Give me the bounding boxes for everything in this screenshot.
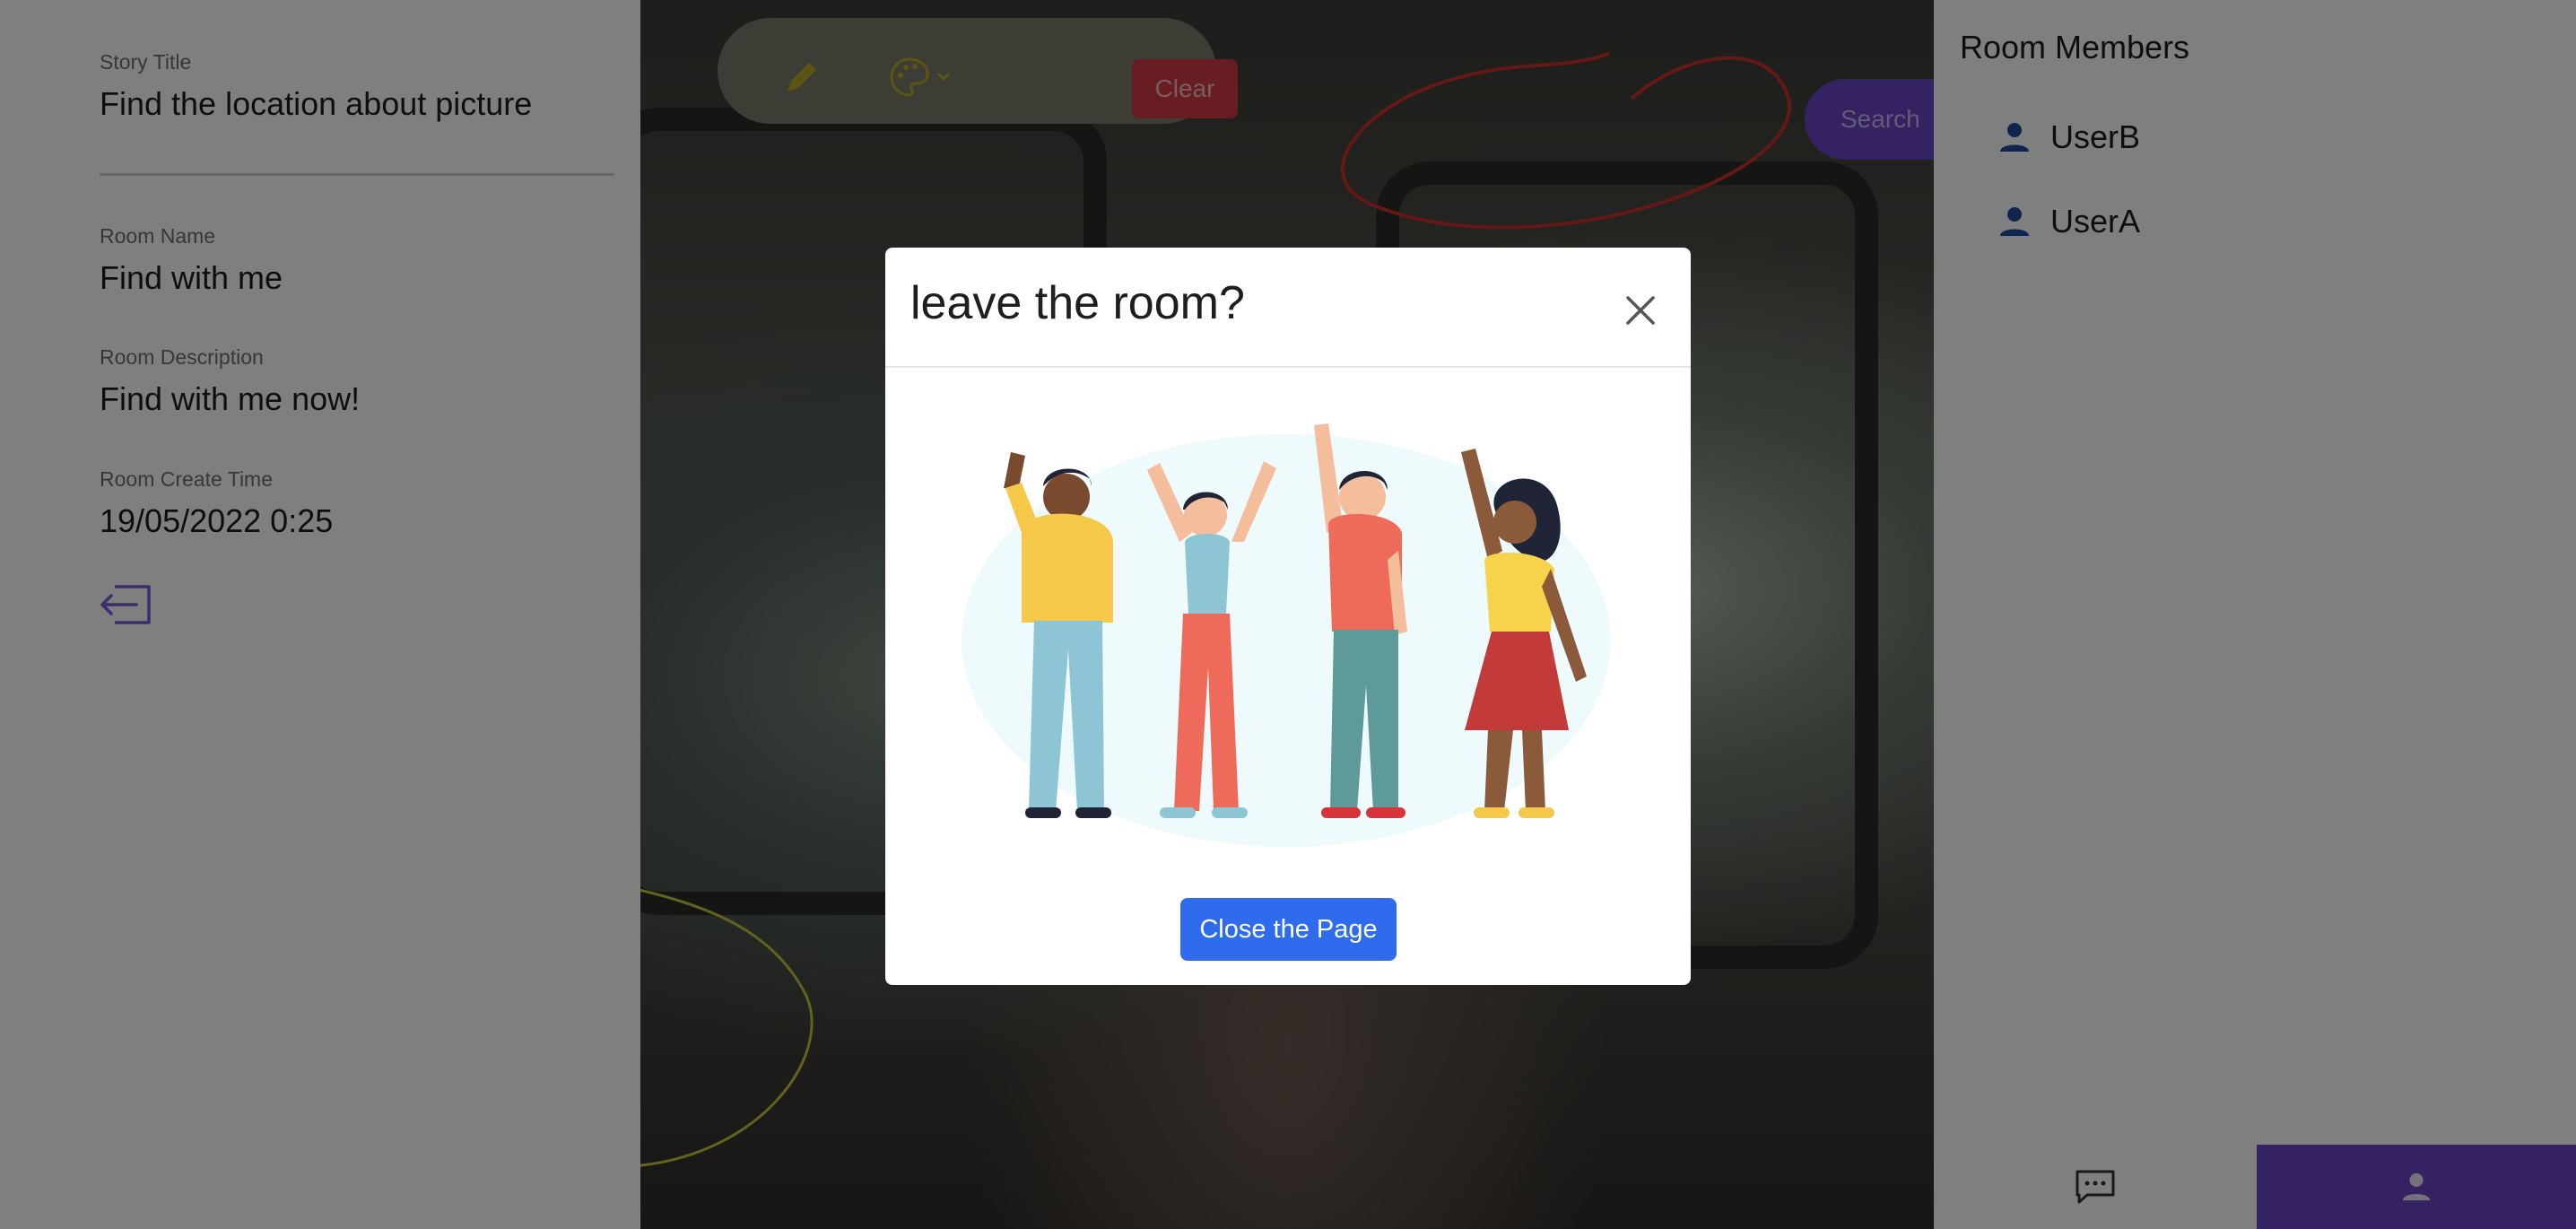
leave-room-dialog: leave the room? Close the Page <box>885 248 1691 985</box>
waving-people-illustration <box>962 423 1611 847</box>
dialog-title: leave the room? <box>910 277 1245 329</box>
dialog-header: leave the room? <box>885 248 1691 368</box>
close-page-button[interactable]: Close the Page <box>1180 898 1397 961</box>
close-icon[interactable] <box>1623 292 1658 328</box>
